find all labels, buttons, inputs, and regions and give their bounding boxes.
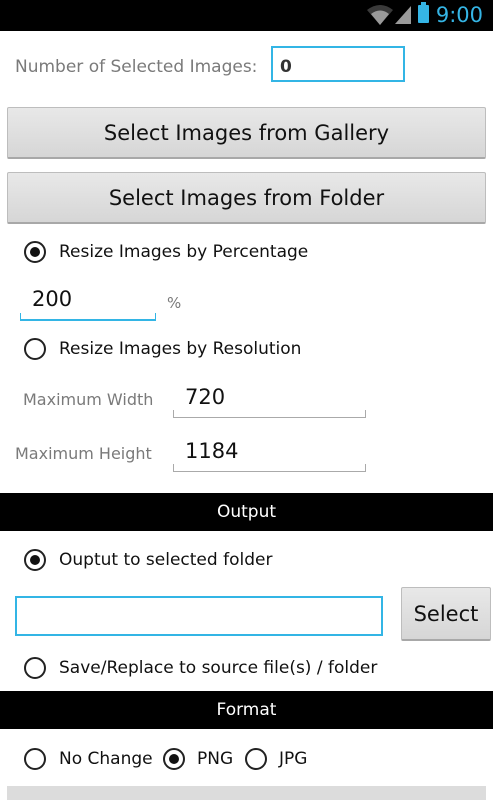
replace-source-radio[interactable]: [24, 657, 46, 679]
selected-count-label: Number of Selected Images:: [15, 57, 258, 77]
format-section-header: Format: [0, 691, 493, 729]
next-button-partial[interactable]: [7, 786, 486, 800]
selected-count-field[interactable]: 0: [271, 46, 405, 82]
resize-resolution-label: Resize Images by Resolution: [59, 339, 302, 359]
battery-icon: [418, 2, 429, 23]
status-time: 9:00: [435, 3, 483, 27]
select-from-folder-button[interactable]: Select Images from Folder: [7, 172, 486, 224]
format-nochange-label: No Change: [59, 749, 153, 769]
percentage-input[interactable]: 200: [32, 287, 72, 311]
signal-icon: [395, 6, 411, 24]
wifi-icon: [367, 5, 393, 25]
output-section-header: Output: [0, 493, 493, 531]
format-nochange-radio[interactable]: [24, 748, 46, 770]
max-height-label: Maximum Height: [15, 444, 152, 463]
resize-percentage-radio[interactable]: [24, 241, 46, 263]
max-height-input[interactable]: 1184: [185, 439, 238, 463]
max-height-underline: [173, 464, 366, 472]
format-jpg-label: JPG: [279, 749, 308, 769]
max-width-label: Maximum Width: [23, 390, 154, 409]
select-from-gallery-button[interactable]: Select Images from Gallery: [7, 107, 486, 159]
percentage-input-underline: [20, 313, 156, 321]
output-folder-label: Ouptut to selected folder: [59, 550, 273, 570]
select-folder-button[interactable]: Select: [401, 587, 491, 641]
percent-unit-label: %: [167, 294, 182, 312]
format-png-label: PNG: [197, 749, 234, 769]
format-png-radio[interactable]: [163, 748, 185, 770]
output-folder-radio[interactable]: [24, 549, 46, 571]
output-folder-input[interactable]: [15, 596, 383, 636]
max-width-input[interactable]: 720: [185, 385, 225, 409]
status-bar: 9:00: [0, 0, 493, 31]
replace-source-label: Save/Replace to source file(s) / folder: [59, 658, 378, 678]
resize-resolution-radio[interactable]: [24, 338, 46, 360]
format-jpg-radio[interactable]: [245, 748, 267, 770]
resize-percentage-label: Resize Images by Percentage: [59, 242, 309, 262]
max-width-underline: [173, 410, 366, 418]
